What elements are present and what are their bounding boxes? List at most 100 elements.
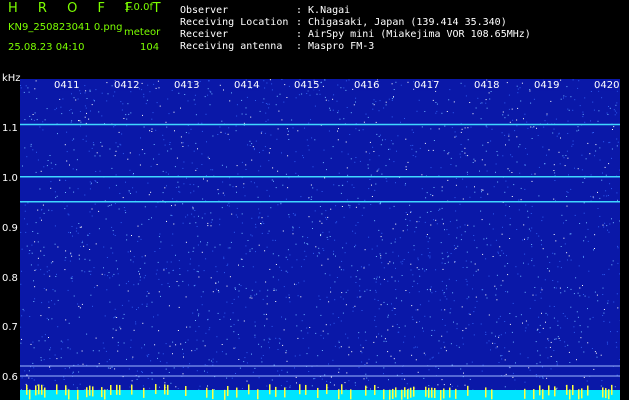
noise-pixel: [43, 166, 45, 168]
noise-pixel: [332, 146, 334, 148]
noise-pixel: [263, 339, 265, 341]
noise-pixel: [281, 152, 282, 154]
noise-pixel: [594, 351, 596, 353]
noise-pixel: [575, 277, 577, 279]
noise-pixel: [565, 155, 567, 156]
noise-pixel: [68, 322, 70, 324]
noise-pixel: [555, 118, 557, 120]
noise-pixel: [319, 206, 321, 207]
noise-pixel: [616, 145, 618, 147]
noise-pixel: [144, 344, 145, 346]
noise-pixel: [355, 128, 357, 130]
noise-pixel: [41, 219, 42, 221]
noise-pixel: [56, 195, 58, 197]
noise-pixel: [558, 337, 560, 339]
noise-pixel: [107, 367, 109, 369]
noise-pixel: [539, 361, 541, 363]
noise-pixel: [376, 276, 378, 278]
noise-pixel: [187, 367, 189, 369]
noise-pixel: [272, 239, 274, 241]
noise-pixel: [424, 111, 426, 112]
band-spike: [86, 387, 88, 398]
noise-pixel: [95, 243, 97, 245]
noise-pixel: [364, 331, 366, 333]
noise-pixel: [84, 258, 86, 260]
noise-pixel: [98, 350, 100, 352]
noise-pixel: [264, 325, 265, 327]
noise-pixel: [143, 96, 145, 98]
noise-pixel: [337, 110, 339, 112]
noise-pixel: [231, 303, 233, 304]
noise-pixel: [552, 252, 554, 254]
noise-pixel: [576, 130, 578, 132]
noise-pixel: [456, 219, 458, 221]
noise-pixel: [559, 260, 561, 262]
noise-pixel: [541, 376, 543, 378]
noise-pixel: [388, 158, 390, 160]
noise-pixel: [228, 127, 230, 129]
noise-pixel: [346, 181, 348, 183]
noise-pixel: [91, 208, 93, 210]
noise-pixel: [473, 311, 475, 313]
noise-pixel: [193, 285, 195, 287]
noise-pixel: [311, 385, 313, 387]
noise-pixel: [263, 98, 265, 100]
noise-pixel: [241, 388, 243, 389]
noise-pixel: [337, 130, 338, 132]
noise-pixel: [106, 361, 108, 363]
noise-pixel: [245, 107, 247, 109]
noise-pixel: [89, 188, 91, 190]
noise-pixel: [504, 117, 506, 119]
noise-pixel: [249, 297, 251, 299]
noise-pixel: [34, 88, 36, 90]
noise-pixel: [614, 386, 616, 388]
noise-pixel: [196, 226, 198, 227]
noise-pixel: [296, 382, 297, 384]
noise-pixel: [144, 255, 146, 257]
noise-pixel: [300, 296, 302, 298]
noise-pixel: [294, 215, 296, 216]
noise-pixel: [395, 81, 397, 83]
noise-pixel: [398, 280, 399, 282]
noise-pixel: [321, 191, 323, 192]
noise-pixel: [269, 79, 271, 81]
noise-pixel: [226, 338, 228, 340]
noise-pixel: [316, 93, 318, 95]
noise-pixel: [348, 346, 350, 348]
noise-pixel: [263, 80, 265, 82]
noise-pixel: [555, 338, 557, 340]
noise-pixel: [524, 238, 525, 240]
noise-pixel: [93, 267, 95, 269]
noise-pixel: [27, 87, 29, 89]
noise-pixel: [106, 82, 108, 84]
noise-pixel: [40, 357, 42, 359]
noise-pixel: [164, 144, 166, 146]
noise-pixel: [536, 233, 538, 235]
noise-pixel: [278, 110, 280, 112]
noise-pixel: [126, 358, 127, 360]
noise-pixel: [250, 295, 252, 297]
noise-pixel: [413, 245, 415, 247]
noise-pixel: [403, 341, 405, 343]
noise-pixel: [326, 380, 328, 382]
noise-pixel: [154, 344, 156, 346]
noise-pixel: [524, 113, 526, 115]
noise-pixel: [363, 378, 365, 380]
noise-pixel: [381, 232, 383, 234]
noise-pixel: [51, 318, 53, 320]
noise-pixel: [446, 229, 448, 231]
noise-pixel: [300, 330, 302, 332]
noise-pixel: [135, 323, 137, 325]
noise-pixel: [73, 384, 74, 386]
noise-pixel: [535, 341, 537, 343]
noise-pixel: [189, 363, 191, 365]
noise-pixel: [273, 364, 275, 366]
noise-pixel: [197, 309, 198, 311]
noise-pixel: [501, 132, 503, 134]
noise-pixel: [82, 138, 84, 140]
noise-pixel: [452, 112, 454, 114]
noise-pixel: [135, 191, 137, 193]
count-label: 104: [140, 42, 160, 53]
noise-pixel: [314, 139, 316, 141]
noise-pixel: [441, 218, 443, 220]
